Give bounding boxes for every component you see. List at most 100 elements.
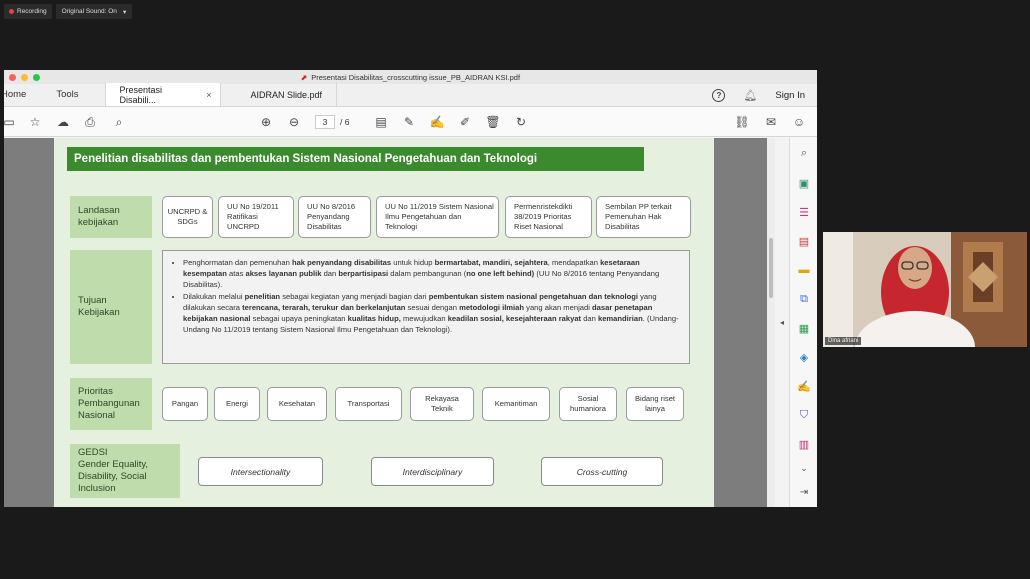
link-edit-icon[interactable]: ⛓ bbox=[734, 114, 750, 130]
row-label-landasan: Landasan kebijakan bbox=[70, 196, 152, 238]
comment-icon[interactable]: ▤ bbox=[373, 114, 389, 130]
more-tools-chevron-icon[interactable]: ⌄ bbox=[796, 460, 812, 476]
export-pdf-icon[interactable]: ▤ bbox=[796, 233, 812, 249]
text-run: Dilakukan melalui bbox=[183, 292, 245, 301]
tab-document-active[interactable]: Presentasi Disabili... × bbox=[104, 83, 221, 106]
sign-in-button[interactable]: Sign In bbox=[775, 90, 805, 101]
zoom-tool-icon[interactable]: ⌕ bbox=[796, 145, 812, 161]
row-label-tujuan: Tujuan Kebijakan bbox=[70, 250, 152, 364]
bold-run: kemandirian bbox=[597, 314, 643, 323]
pdf-file-icon: ⬈ bbox=[300, 72, 308, 82]
original-sound-toggle[interactable]: Original Sound: On ▾ bbox=[55, 4, 133, 19]
collapse-panel-icon[interactable]: ◂ bbox=[775, 138, 789, 507]
bold-run: keadilan sosial, kesejahteraan rakyat bbox=[447, 314, 582, 323]
row-label-prioritas: Prioritas Pembangunan Nasional bbox=[70, 378, 152, 430]
combine-files-icon[interactable]: ⧉ bbox=[796, 291, 812, 307]
comment-tool-icon[interactable]: ▬ bbox=[796, 262, 812, 278]
landasan-item: UNCRPD & SDGs bbox=[162, 196, 213, 238]
delete-icon[interactable]: 🗑︎ bbox=[485, 114, 501, 130]
tab-bar-right: ? 🔔︎ Sign In bbox=[712, 84, 805, 107]
cloud-upload-icon[interactable]: ☁ bbox=[55, 114, 71, 130]
save-icon[interactable]: ▭ bbox=[4, 114, 17, 130]
text-run: yang akan menjadi bbox=[524, 303, 593, 312]
landasan-item: UU No 11/2019 Sistem Nasional Ilmu Penge… bbox=[376, 196, 499, 238]
participant-name-label: Dina afriani bbox=[825, 337, 862, 345]
scan-ocr-icon[interactable]: ◈ bbox=[796, 349, 812, 365]
prioritas-item: Bidang riset lainya bbox=[626, 387, 684, 421]
sign-pen-icon[interactable]: ✍ bbox=[429, 114, 445, 130]
next-page-icon[interactable]: ⊖ bbox=[286, 114, 302, 130]
text-run: sebagai kegiatan yang menjadi bagian dar… bbox=[280, 292, 429, 301]
zoom-top-bar: Recording Original Sound: On ▾ bbox=[4, 4, 133, 19]
bold-run: no one left behind) bbox=[466, 269, 535, 278]
acrobat-window: ⬈ Presentasi Disabilitas_crosscutting iss… bbox=[4, 70, 817, 507]
add-user-icon[interactable]: ☺ bbox=[791, 114, 807, 130]
previous-page-icon[interactable]: ⊕ bbox=[258, 114, 274, 130]
slide-title: Penelitian disabilitas dan pembentukan S… bbox=[67, 147, 644, 171]
tujuan-bullet-1: Penghormatan dan pemenuhan hak penyandan… bbox=[183, 257, 681, 290]
screen: Recording Original Sound: On ▾ ⬈ Presenta… bbox=[0, 0, 1030, 579]
text-run: sesuai dengan bbox=[405, 303, 460, 312]
fill-sign-tool-icon[interactable]: ✍ bbox=[796, 378, 812, 394]
print-icon[interactable]: ⎙ bbox=[82, 114, 98, 130]
scrollbar-thumb[interactable] bbox=[769, 238, 773, 298]
vertical-scrollbar[interactable] bbox=[767, 138, 775, 507]
text-run: , mendapatkan bbox=[547, 258, 601, 267]
tab-tools[interactable]: Tools bbox=[36, 83, 88, 106]
highlight-pen-icon[interactable]: ✎ bbox=[401, 114, 417, 130]
gedsi-item: Cross-cutting bbox=[541, 457, 663, 486]
text-run: dalam pembangunan ( bbox=[388, 269, 467, 278]
slide-page: Penelitian disabilitas dan pembentukan S… bbox=[54, 138, 714, 507]
landasan-item: Permenristekdikti 38/2019 Prioritas Rise… bbox=[505, 196, 592, 238]
prioritas-item: Sosial humaniora bbox=[559, 387, 617, 421]
bold-run: metodologi ilmiah bbox=[459, 303, 525, 312]
total-pages: / 6 bbox=[340, 117, 350, 127]
compress-pdf-icon[interactable]: ▥ bbox=[796, 436, 812, 452]
record-dot-icon bbox=[9, 9, 14, 14]
create-pdf-icon[interactable]: ▣ bbox=[796, 175, 812, 191]
tab-document[interactable]: AIDRAN Slide.pdf bbox=[221, 83, 337, 106]
bold-run: penelitian bbox=[244, 292, 281, 301]
expand-panel-icon[interactable]: ⇥ bbox=[796, 484, 812, 500]
edit-pdf-icon[interactable]: ▦ bbox=[796, 320, 812, 336]
tujuan-bullet-2: Dilakukan melalui penelitian sebagai keg… bbox=[183, 291, 681, 335]
prioritas-item: Kesehatan bbox=[267, 387, 327, 421]
recording-label: Recording bbox=[17, 8, 47, 15]
webcam-video[interactable]: Dina afriani bbox=[823, 232, 1027, 347]
prioritas-item: Kemaritiman bbox=[482, 387, 550, 421]
tab-home[interactable]: Home bbox=[4, 83, 36, 106]
gedsi-heading: GEDSI bbox=[78, 447, 108, 458]
help-icon[interactable]: ? bbox=[712, 89, 726, 102]
bold-run: pembentukan sistem nasional pengetahuan … bbox=[428, 292, 638, 301]
zoom-search-icon[interactable]: ⌕ bbox=[111, 114, 127, 130]
notifications-bell-icon[interactable]: 🔔︎ bbox=[743, 89, 757, 102]
email-icon[interactable]: ✉ bbox=[763, 114, 779, 130]
title-bar: ⬈ Presentasi Disabilitas_crosscutting iss… bbox=[4, 70, 817, 84]
protect-shield-icon[interactable]: ⛉ bbox=[796, 407, 812, 423]
original-sound-label: Original Sound: On bbox=[61, 8, 117, 15]
organize-pages-icon[interactable]: ☰ bbox=[796, 204, 812, 220]
text-run: sebagai upaya peningkatan bbox=[250, 314, 348, 323]
current-page-input[interactable]: 3 bbox=[315, 115, 335, 129]
text-run: Penghormatan dan pemenuhan bbox=[183, 258, 292, 267]
text-run: untuk hidup bbox=[391, 258, 435, 267]
close-tab-icon[interactable]: × bbox=[206, 90, 211, 100]
document-view[interactable]: Penelitian disabilitas dan pembentukan S… bbox=[4, 138, 786, 507]
tab-document-label: AIDRAN Slide.pdf bbox=[250, 89, 323, 100]
rotate-icon[interactable]: ↻ bbox=[513, 114, 529, 130]
bold-run: kualitas hidup, bbox=[347, 314, 401, 323]
prioritas-item: Rekayasa Teknik bbox=[410, 387, 474, 421]
prioritas-item: Transportasi bbox=[335, 387, 402, 421]
toolbar: ▭ ☆ ☁ ⎙ ⌕ ⊕ ⊖ 3 / 6 ▤ ✎ ✍ ✐ 🗑︎ ↻ ⛓ ✉ ☺ bbox=[4, 107, 817, 137]
landasan-item: UU No 8/2016 Penyandang Disabilitas bbox=[298, 196, 371, 238]
text-run: mewujudkan bbox=[400, 314, 448, 323]
webcam-image bbox=[823, 232, 1027, 347]
fill-sign-icon[interactable]: ✐ bbox=[457, 114, 473, 130]
tab-bar: Home Tools Presentasi Disabili... × AIDR… bbox=[4, 83, 817, 107]
landasan-item: Sembilan PP terkait Pemenuhan Hak Disabi… bbox=[596, 196, 691, 238]
landasan-item: UU No 19/2011 Ratifikasi UNCRPD bbox=[218, 196, 294, 238]
bookmark-star-icon[interactable]: ☆ bbox=[27, 114, 43, 130]
recording-indicator[interactable]: Recording bbox=[4, 4, 52, 19]
text-run: dan bbox=[321, 269, 339, 278]
tujuan-text-box: Penghormatan dan pemenuhan hak penyandan… bbox=[162, 250, 690, 364]
